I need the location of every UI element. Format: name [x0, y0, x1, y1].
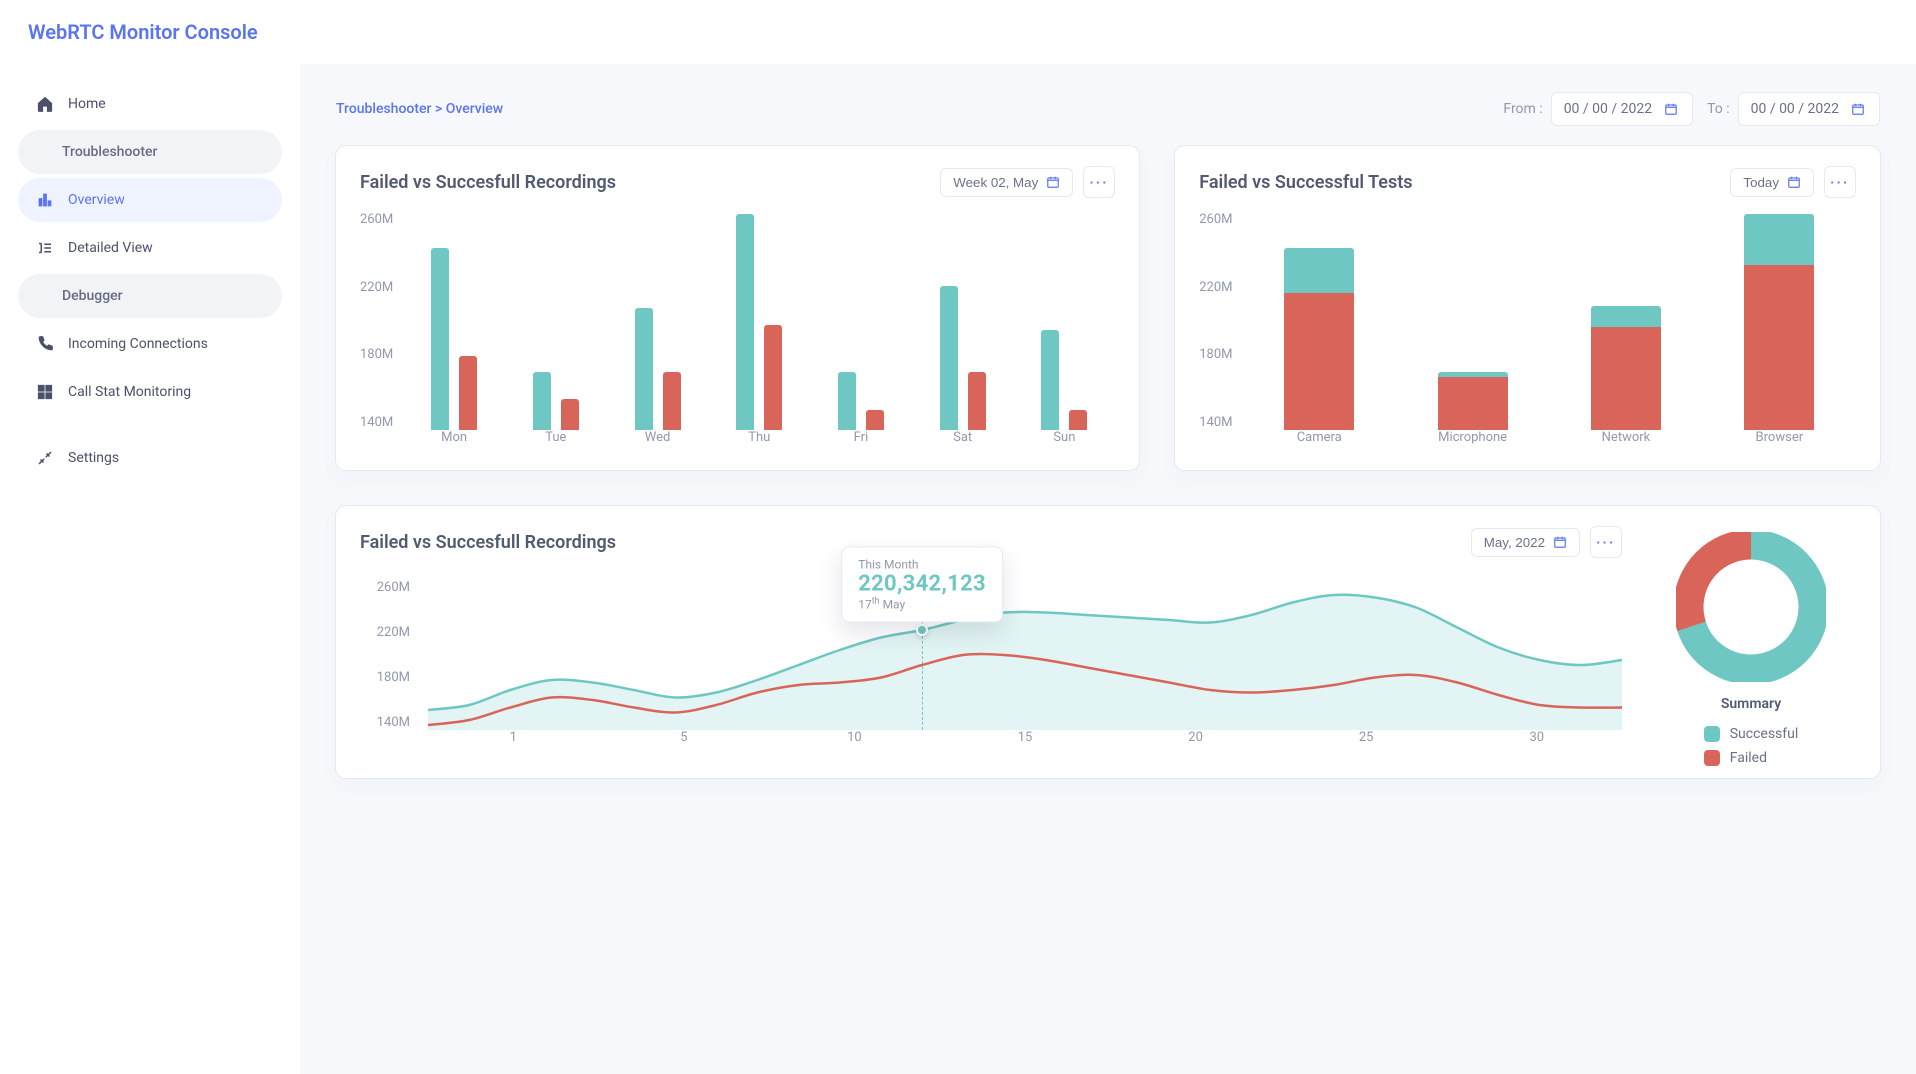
swatch-icon	[1704, 726, 1720, 742]
tools-icon	[36, 449, 54, 467]
swatch-icon	[1704, 750, 1720, 766]
bar	[838, 372, 856, 430]
sidebar-item-label: Detailed View	[68, 240, 153, 256]
bar	[866, 410, 884, 430]
sidebar-item-label: Incoming Connections	[68, 336, 208, 352]
legend-item-success: Successful	[1704, 726, 1799, 742]
sidebar-item[interactable]: Call Stat Monitoring	[18, 370, 282, 414]
bar	[1069, 410, 1087, 430]
period-picker[interactable]: Today	[1730, 168, 1814, 197]
donut-chart	[1676, 532, 1826, 682]
period-picker[interactable]: Week 02, May	[940, 168, 1073, 197]
bar	[635, 308, 653, 430]
summary-title: Summary	[1721, 696, 1781, 712]
bar	[1041, 330, 1059, 430]
bar	[736, 214, 754, 430]
legend-label: Successful	[1730, 726, 1799, 742]
sidebar-item[interactable]: Incoming Connections	[18, 322, 282, 366]
period-label: Week 02, May	[953, 175, 1038, 190]
bar	[561, 399, 579, 430]
y-axis: 260M220M180M140M	[360, 208, 403, 458]
bar	[533, 372, 551, 430]
period-label: Today	[1743, 175, 1779, 190]
to-label: To :	[1707, 101, 1730, 117]
sidebar-item-label: Home	[68, 96, 106, 112]
tooltip-date: 17th May	[858, 596, 986, 611]
bar	[431, 248, 449, 430]
period-picker[interactable]: May, 2022	[1471, 528, 1580, 557]
bar	[940, 286, 958, 430]
calendar-icon	[1662, 100, 1680, 118]
x-axis: CameraMicrophoneNetworkBrowser	[1243, 430, 1856, 458]
sidebar-item[interactable]: Home	[18, 82, 282, 126]
bars-icon	[36, 191, 54, 209]
sidebar-item[interactable]: Overview	[18, 178, 282, 222]
x-axis: 151015202530	[428, 730, 1622, 766]
sidebar-item-label: Overview	[68, 192, 125, 208]
bar	[663, 372, 681, 430]
card-recordings-month: Failed vs Succesfull Recordings May, 202…	[336, 506, 1880, 778]
y-axis: 260M220M180M140M	[1199, 208, 1242, 458]
bar	[764, 325, 782, 430]
card-title: Failed vs Succesfull Recordings	[360, 532, 616, 553]
summary-panel: Summary Successful Failed	[1646, 526, 1856, 766]
list-icon	[36, 239, 54, 257]
area-plot: This Month 220,342,123 17th May	[428, 580, 1622, 730]
main: Troubleshooter > Overview From : 00 / 00…	[300, 64, 1916, 1074]
tooltip-label: This Month	[858, 557, 986, 571]
sidebar-item-label: Call Stat Monitoring	[68, 384, 191, 400]
card-tests-today: Failed vs Successful Tests Today ··· 260…	[1175, 146, 1880, 470]
grid-icon	[36, 383, 54, 401]
y-axis: 260M220M180M140M	[360, 580, 420, 730]
to-date-value: 00 / 00 / 2022	[1751, 101, 1839, 117]
legend-item-failed: Failed	[1704, 750, 1799, 766]
phone-icon	[36, 335, 54, 353]
card-title: Failed vs Succesfull Recordings	[360, 172, 616, 193]
sidebar-item-label: Settings	[68, 450, 119, 466]
from-date-picker[interactable]: 00 / 00 / 2022	[1551, 92, 1693, 126]
breadcrumb[interactable]: Troubleshooter > Overview	[336, 101, 503, 117]
chart-bars	[1243, 212, 1856, 430]
sidebar-item[interactable]: Detailed View	[18, 226, 282, 270]
bar	[459, 356, 477, 430]
more-button[interactable]: ···	[1590, 526, 1622, 558]
tooltip-value: 220,342,123	[858, 571, 986, 596]
app-title: WebRTC Monitor Console	[28, 20, 258, 44]
more-button[interactable]: ···	[1083, 166, 1115, 198]
chart-bars	[403, 212, 1115, 430]
from-label: From :	[1503, 101, 1542, 117]
x-axis: MonTueWedThuFriSatSun	[403, 430, 1115, 458]
to-date-picker[interactable]: 00 / 00 / 2022	[1738, 92, 1880, 126]
sidebar: Home Troubleshooter Overview Detailed View D…	[0, 64, 300, 1074]
card-recordings-week: Failed vs Succesfull Recordings Week 02,…	[336, 146, 1139, 470]
sidebar-group: Troubleshooter	[18, 130, 282, 174]
sidebar-item[interactable]: Settings	[18, 436, 282, 480]
period-label: May, 2022	[1484, 535, 1545, 550]
from-date-value: 00 / 00 / 2022	[1564, 101, 1652, 117]
card-title: Failed vs Successful Tests	[1199, 172, 1412, 193]
legend-label: Failed	[1730, 750, 1767, 766]
date-range: From : 00 / 00 / 2022 To : 00 / 00 / 202…	[1503, 92, 1880, 126]
bar	[968, 372, 986, 430]
chart-tooltip: This Month 220,342,123 17th May	[841, 546, 1003, 622]
more-button[interactable]: ···	[1824, 166, 1856, 198]
home-icon	[36, 95, 54, 113]
sidebar-group: Debugger	[18, 274, 282, 318]
calendar-icon	[1849, 100, 1867, 118]
